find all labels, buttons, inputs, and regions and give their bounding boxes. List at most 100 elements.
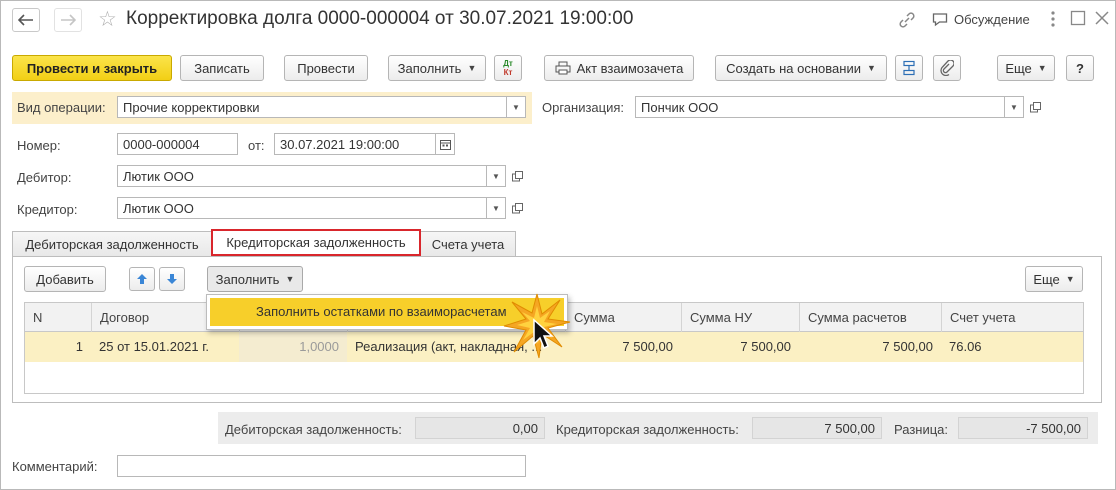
tab-payables[interactable]: Кредиторская задолженность bbox=[211, 229, 421, 256]
caret-down-icon: ▼ bbox=[1065, 274, 1075, 284]
create-based-on-button[interactable]: Создать на основании ▼ bbox=[715, 55, 887, 81]
panel-more-label: Еще bbox=[1033, 271, 1060, 287]
total-receivables-label: Дебиторская задолженность: bbox=[225, 422, 402, 437]
structure-button[interactable] bbox=[895, 55, 923, 81]
number-field[interactable]: 0000-000004 bbox=[117, 133, 238, 155]
organization-dropdown-button[interactable]: ▼ bbox=[1004, 96, 1024, 118]
arrow-up-icon bbox=[137, 274, 147, 284]
create-based-label: Создать на основании bbox=[726, 60, 861, 76]
cell-account: 76.06 bbox=[949, 339, 982, 354]
table-empty-area bbox=[24, 362, 1084, 394]
arrow-left-icon bbox=[18, 14, 33, 26]
column-sum-nu[interactable]: Сумма НУ bbox=[681, 303, 799, 333]
cell-rate: 1,0000 bbox=[239, 332, 347, 362]
more-button[interactable]: Еще ▼ bbox=[997, 55, 1055, 81]
comment-label: Комментарий: bbox=[12, 459, 98, 474]
caret-down-icon: ▼ bbox=[492, 203, 500, 213]
kt-label: Кт bbox=[503, 68, 513, 77]
help-button[interactable]: ? bbox=[1066, 55, 1094, 81]
dt-label: Дт bbox=[503, 59, 513, 68]
calendar-button[interactable] bbox=[435, 133, 455, 155]
open-window-icon bbox=[511, 202, 523, 213]
favorite-star-icon[interactable]: ☆ bbox=[98, 7, 117, 32]
tab-accounts[interactable]: Счета учета bbox=[420, 231, 516, 256]
panel-fill-button[interactable]: Заполнить ▼ bbox=[207, 266, 303, 292]
discussion-label: Обсуждение bbox=[954, 12, 1030, 27]
caret-down-icon: ▼ bbox=[1010, 102, 1018, 112]
organization-open-button[interactable] bbox=[1025, 96, 1045, 118]
cell-sum: 7 500,00 bbox=[622, 339, 673, 354]
structure-icon bbox=[903, 60, 915, 76]
organization-field[interactable]: Пончик ООО bbox=[635, 96, 1005, 118]
caret-down-icon: ▼ bbox=[1037, 63, 1047, 73]
organization-label: Организация: bbox=[542, 100, 625, 115]
date-label: от: bbox=[248, 138, 265, 153]
dt-kt-button[interactable]: Дт Кт bbox=[494, 55, 522, 81]
arrow-down-icon bbox=[167, 274, 177, 284]
cell-sum-settlements: 7 500,00 bbox=[882, 339, 933, 354]
date-field[interactable]: 30.07.2021 19:00:00 bbox=[274, 133, 436, 155]
caret-down-icon: ▼ bbox=[467, 63, 477, 73]
column-account[interactable]: Счет учета bbox=[941, 303, 1085, 333]
panel-more-button[interactable]: Еще ▼ bbox=[1025, 266, 1083, 292]
caret-down-icon: ▼ bbox=[285, 274, 295, 284]
number-label: Номер: bbox=[17, 138, 61, 153]
column-n[interactable]: N bbox=[25, 303, 91, 333]
close-icon[interactable] bbox=[1094, 10, 1110, 29]
back-button[interactable] bbox=[12, 8, 40, 32]
paperclip-icon bbox=[940, 60, 954, 76]
attach-button[interactable] bbox=[933, 55, 961, 81]
fill-menu-button[interactable]: Заполнить ▼ bbox=[388, 55, 486, 81]
creditor-label: Кредитор: bbox=[17, 202, 78, 217]
cell-n: 1 bbox=[75, 339, 83, 354]
chat-icon bbox=[932, 13, 948, 27]
creditor-field[interactable]: Лютик ООО bbox=[117, 197, 487, 219]
move-down-button[interactable] bbox=[159, 267, 185, 291]
cell-contract: 25 от 15.01.2021 г. bbox=[99, 339, 210, 354]
maximize-icon[interactable] bbox=[1070, 10, 1086, 29]
comment-field[interactable] bbox=[117, 455, 526, 477]
post-and-close-button[interactable]: Провести и закрыть bbox=[12, 55, 172, 81]
total-payables-value: 7 500,00 bbox=[752, 417, 882, 439]
caret-down-icon: ▼ bbox=[492, 171, 500, 181]
more-vert-icon[interactable] bbox=[1050, 10, 1056, 31]
offset-act-button[interactable]: Акт взаимозачета bbox=[544, 55, 694, 81]
discussion-button[interactable]: Обсуждение bbox=[932, 12, 1030, 27]
save-button[interactable]: Записать bbox=[180, 55, 264, 81]
caret-down-icon: ▼ bbox=[512, 102, 520, 112]
total-payables-label: Кредиторская задолженность: bbox=[556, 422, 739, 437]
open-window-icon bbox=[1029, 101, 1041, 112]
total-receivables-value: 0,00 bbox=[415, 417, 545, 439]
printer-icon bbox=[555, 61, 571, 75]
act-label: Акт взаимозачета bbox=[576, 60, 684, 76]
difference-label: Разница: bbox=[894, 422, 949, 437]
operation-label: Вид операции: bbox=[17, 100, 106, 115]
operation-dropdown-button[interactable]: ▼ bbox=[506, 96, 526, 118]
operation-field[interactable]: Прочие корректировки bbox=[117, 96, 507, 118]
column-sum[interactable]: Сумма bbox=[565, 303, 681, 333]
tab-receivables[interactable]: Дебиторская задолженность bbox=[12, 231, 212, 256]
fill-label: Заполнить bbox=[397, 60, 462, 76]
difference-value: -7 500,00 bbox=[958, 417, 1088, 439]
forward-button[interactable] bbox=[54, 8, 82, 32]
add-button[interactable]: Добавить bbox=[24, 266, 106, 292]
creditor-open-button[interactable] bbox=[507, 197, 527, 219]
debtor-dropdown-button[interactable]: ▼ bbox=[486, 165, 506, 187]
post-button[interactable]: Провести bbox=[284, 55, 368, 81]
cursor-icon bbox=[533, 318, 554, 350]
open-window-icon bbox=[511, 170, 523, 181]
calendar-icon bbox=[439, 139, 451, 150]
link-icon[interactable] bbox=[898, 11, 916, 32]
panel-fill-label: Заполнить bbox=[215, 271, 280, 287]
column-sum-settlements[interactable]: Сумма расчетов bbox=[799, 303, 941, 333]
debtor-field[interactable]: Лютик ООО bbox=[117, 165, 487, 187]
page-title: Корректировка долга 0000-000004 от 30.07… bbox=[126, 8, 634, 29]
arrow-right-icon bbox=[61, 14, 76, 26]
more-label: Еще bbox=[1005, 60, 1032, 76]
creditor-dropdown-button[interactable]: ▼ bbox=[486, 197, 506, 219]
debtor-label: Дебитор: bbox=[17, 170, 72, 185]
debtor-open-button[interactable] bbox=[507, 165, 527, 187]
caret-down-icon: ▼ bbox=[866, 63, 876, 73]
move-up-button[interactable] bbox=[129, 267, 155, 291]
cell-sum-nu: 7 500,00 bbox=[740, 339, 791, 354]
